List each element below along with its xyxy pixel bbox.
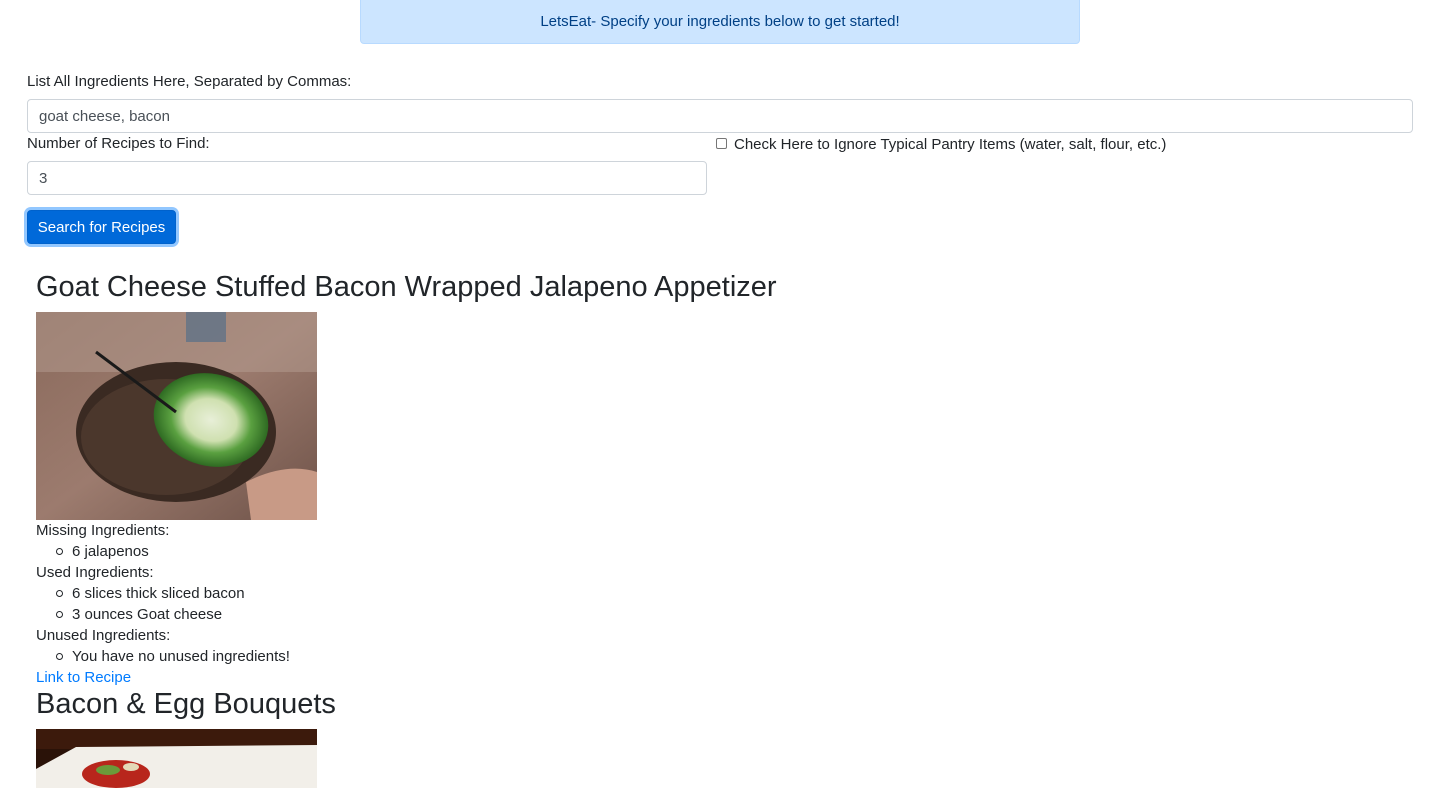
ingredients-input-value: goat cheese, bacon [39,107,170,125]
recipe-count-label: Number of Recipes to Find: [27,135,210,152]
list-bullet [56,611,63,618]
recipe-image [36,729,317,788]
recipe-link[interactable]: Link to Recipe [36,669,131,686]
ingredients-input[interactable]: goat cheese, bacon [27,99,1413,133]
recipe-title: Bacon & Egg Bouquets [36,688,336,720]
pantry-option: Check Here to Ignore Typical Pantry Item… [716,136,1166,153]
ingredients-label: List All Ingredients Here, Separated by … [27,73,352,90]
missing-ingredients-label: Missing Ingredients: [36,522,170,539]
list-bullet [56,653,63,660]
list-bullet [56,548,63,555]
recipe-count-value: 3 [39,169,48,187]
unused-ingredients-label: Unused Ingredients: [36,627,171,644]
missing-ingredient-item: 6 jalapenos [72,543,149,560]
ignore-pantry-checkbox[interactable] [716,138,727,149]
recipe-count-input[interactable]: 3 [27,161,707,195]
ignore-pantry-label[interactable]: Check Here to Ignore Typical Pantry Item… [734,136,1166,153]
recipe-title: Goat Cheese Stuffed Bacon Wrapped Jalape… [36,271,777,303]
recipe-image [36,312,317,520]
used-ingredient-item: 3 ounces Goat cheese [72,606,223,623]
used-ingredients-label: Used Ingredients: [36,564,154,581]
list-bullet [56,590,63,597]
used-ingredient-item: 6 slices thick sliced bacon [72,585,245,602]
search-recipes-button[interactable]: Search for Recipes [27,210,176,244]
unused-ingredient-item: You have no unused ingredients! [72,648,290,665]
info-banner: LetsEat- Specify your ingredients below … [360,0,1080,44]
banner-text: LetsEat- Specify your ingredients below … [540,13,900,30]
